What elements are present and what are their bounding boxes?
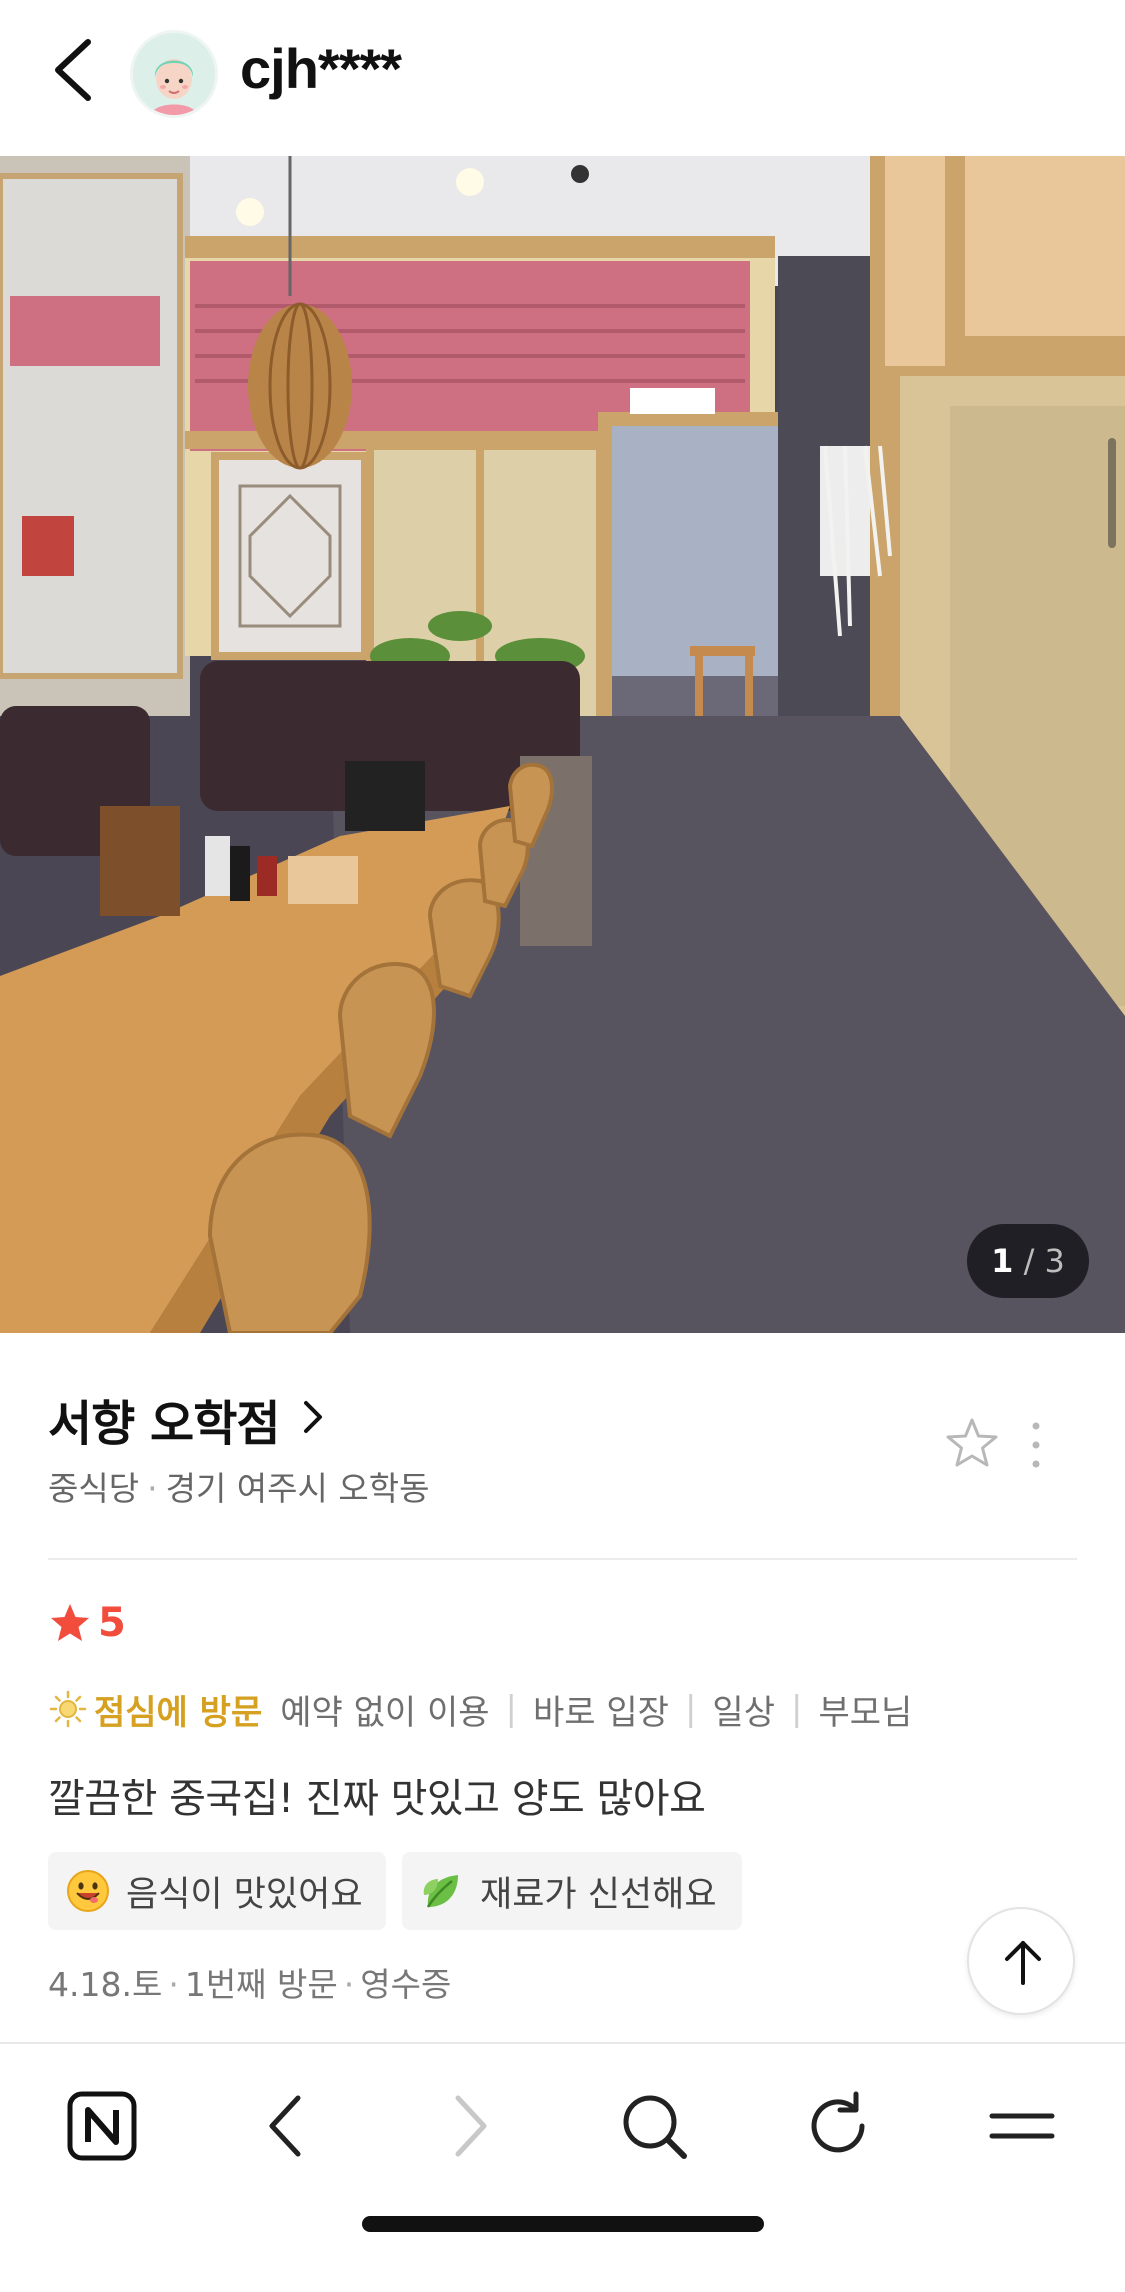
store-location: 경기 여주시 오학동 <box>165 1469 430 1508</box>
forward-arrow-icon <box>455 2095 487 2157</box>
visit-tag: 바로 입장 <box>533 1692 669 1733</box>
scrollbar-thumb[interactable] <box>1108 438 1116 548</box>
visit-time: 점심에 방문 <box>94 1692 263 1733</box>
sun-icon <box>49 1690 87 1728</box>
restaurant-interior-image <box>0 156 1125 1333</box>
username[interactable]: cjh**** <box>240 36 402 101</box>
naver-home-button[interactable] <box>62 2086 142 2166</box>
leaf-icon <box>423 1875 458 1908</box>
menu-button[interactable] <box>982 2086 1062 2166</box>
photo-counter-current: 1 <box>991 1242 1014 1280</box>
visit-count: 1번째 방문 <box>184 1965 338 2004</box>
photo-counter: 1 / 3 <box>967 1224 1089 1298</box>
keyword-chip: 재료가 신선해요 <box>402 1852 742 1930</box>
visit-date: 4.18.토 <box>48 1965 163 2004</box>
smiling-face-icon <box>67 1870 109 1912</box>
tag-separator: | <box>790 1689 803 1729</box>
keyword-chip: 음식이 맛있어요 <box>48 1852 386 1930</box>
home-indicator[interactable] <box>362 2216 764 2232</box>
store-name-link[interactable]: 서향 오학점 <box>48 1384 281 1454</box>
star-filled-icon <box>51 1604 89 1641</box>
avatar-illustration-icon <box>133 33 215 115</box>
star-outline-icon[interactable] <box>944 1416 1000 1472</box>
chevron-right-icon[interactable] <box>300 1395 326 1439</box>
review-photo[interactable] <box>0 156 1125 1333</box>
verification-type: 영수증 <box>360 1965 452 2004</box>
photo-counter-separator: / <box>1023 1242 1035 1280</box>
visit-tag: 부모님 <box>818 1692 913 1733</box>
browser-back-button[interactable] <box>246 2086 326 2166</box>
review-rating: 5 <box>48 1596 126 1650</box>
visit-tags: 점심에 방문 예약 없이 이용 | 바로 입장 | 일상 | 부모님 <box>48 1684 912 1734</box>
refresh-icon <box>811 2091 865 2153</box>
keyword-label: 음식이 맛있어요 <box>126 1874 363 1915</box>
review-body[interactable]: 깔끔한 중국집! 진짜 맛있고 양도 많아요 <box>48 1766 706 1824</box>
top-header: cjh**** <box>0 0 1125 156</box>
keyword-label: 재료가 신선해요 <box>480 1874 717 1915</box>
search-icon <box>623 2095 687 2159</box>
visit-tag: 일상 <box>712 1692 775 1733</box>
back-arrow-icon <box>269 2095 301 2157</box>
scroll-to-top-button[interactable] <box>967 1907 1075 2015</box>
search-button[interactable] <box>614 2086 694 2166</box>
section-divider <box>48 1558 1077 1560</box>
arrow-up-icon <box>1005 1941 1041 1985</box>
photo-counter-total: 3 <box>1044 1242 1065 1280</box>
visit-tag: 예약 없이 이용 <box>280 1692 490 1733</box>
visit-meta: 4.18.토 · 1번째 방문 · 영수증 <box>48 1965 452 2004</box>
back-arrow-icon[interactable] <box>48 34 102 106</box>
refresh-button[interactable] <box>798 2086 878 2166</box>
browser-forward-button[interactable] <box>430 2086 510 2166</box>
browser-toolbar <box>0 2042 1125 2292</box>
tag-separator: | <box>505 1689 518 1729</box>
rating-value: 5 <box>98 1600 126 1646</box>
user-avatar[interactable] <box>130 30 218 118</box>
more-options-icon[interactable] <box>1028 1420 1044 1470</box>
menu-icon <box>989 2113 1055 2139</box>
store-category: 중식당 <box>48 1469 140 1508</box>
tag-separator: | <box>684 1689 697 1729</box>
naver-home-icon <box>67 2091 137 2161</box>
store-meta: 중식당 · 경기 여주시 오학동 <box>48 1469 430 1508</box>
